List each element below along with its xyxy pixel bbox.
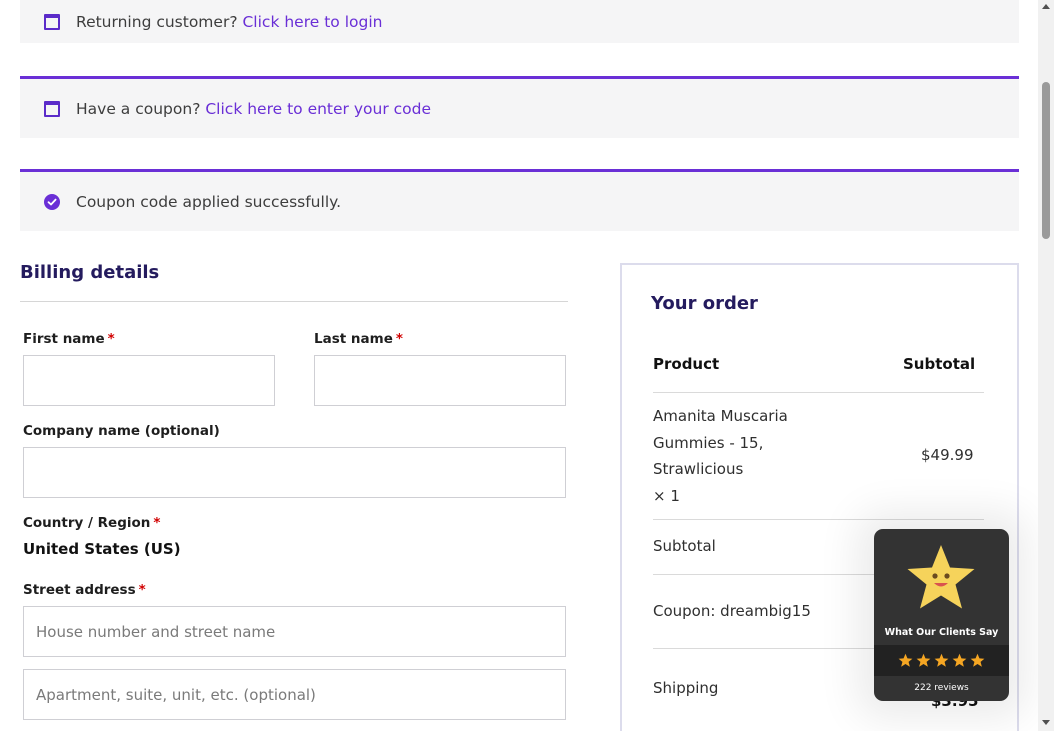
product-column-header: Product	[653, 355, 720, 373]
login-notice-text: Returning customer? Click here to login	[76, 13, 382, 31]
scroll-down-arrow-icon[interactable]	[1042, 720, 1050, 725]
subtotal-label: Subtotal	[653, 537, 716, 555]
subtotal-column-header: Subtotal	[903, 355, 976, 373]
smiling-star-icon	[907, 545, 975, 609]
rating-star-icon	[970, 653, 985, 667]
window-icon	[44, 100, 60, 117]
apartment-input[interactable]	[23, 669, 566, 720]
reviews-widget[interactable]: What Our Clients Say 222 reviews	[874, 529, 1009, 701]
order-item-quantity: × 1	[653, 486, 680, 505]
street-address-label: Street address *	[23, 582, 146, 598]
rating-star-icon	[934, 653, 949, 667]
country-value: United States (US)	[23, 540, 181, 558]
required-marker: *	[395, 331, 403, 347]
coupon-success-notice: Coupon code applied successfully.	[20, 169, 1019, 231]
required-marker: *	[107, 331, 115, 347]
last-name-input[interactable]	[314, 355, 566, 406]
last-name-label: Last name *	[314, 331, 403, 347]
billing-divider	[20, 301, 568, 302]
street-address-label-text: Street address	[23, 582, 136, 598]
enter-coupon-link[interactable]: Click here to enter your code	[205, 100, 431, 118]
order-divider	[653, 392, 984, 393]
rating-star-icon	[952, 653, 967, 667]
check-circle-icon	[44, 193, 60, 210]
billing-details-heading: Billing details	[20, 262, 160, 283]
rating-star-icon	[898, 653, 913, 667]
required-marker: *	[138, 582, 146, 598]
login-notice: Returning customer? Click here to login	[20, 0, 1019, 43]
page-scrollbar[interactable]	[1038, 0, 1054, 731]
coupon-notice: Have a coupon? Click here to enter your …	[20, 76, 1019, 138]
reviews-count: 222 reviews	[914, 683, 969, 693]
coupon-success-text: Coupon code applied successfully.	[76, 192, 342, 211]
required-marker: *	[153, 515, 161, 531]
company-name-input[interactable]	[23, 447, 566, 498]
first-name-input[interactable]	[23, 355, 275, 406]
coupon-notice-text: Have a coupon? Click here to enter your …	[76, 100, 431, 118]
reviews-widget-title: What Our Clients Say	[884, 627, 999, 638]
login-notice-prompt: Returning customer?	[76, 12, 238, 31]
country-label-text: Country / Region	[23, 515, 151, 531]
company-name-label: Company name (optional)	[23, 423, 220, 439]
country-label: Country / Region *	[23, 515, 160, 531]
order-item-title: Amanita Muscaria Gummies - 15, Strawlici…	[653, 407, 788, 478]
login-link[interactable]: Click here to login	[242, 13, 382, 31]
order-item-name: Amanita Muscaria Gummies - 15, Strawlici…	[653, 403, 833, 509]
scrollbar-thumb[interactable]	[1042, 82, 1050, 239]
order-heading: Your order	[651, 293, 758, 314]
rating-star-icon	[916, 653, 931, 667]
last-name-label-text: Last name	[314, 331, 393, 347]
window-icon	[44, 13, 60, 30]
order-divider	[653, 519, 984, 520]
first-name-label: First name *	[23, 331, 115, 347]
coupon-label: Coupon: dreambig15	[653, 602, 811, 620]
order-item-price: $49.99	[921, 446, 974, 464]
coupon-notice-prompt: Have a coupon?	[76, 99, 201, 118]
street-address-input[interactable]	[23, 606, 566, 657]
rating-stars	[874, 645, 1009, 676]
first-name-label-text: First name	[23, 331, 105, 347]
scroll-up-arrow-icon[interactable]	[1042, 4, 1050, 9]
shipping-label: Shipping	[653, 679, 719, 697]
